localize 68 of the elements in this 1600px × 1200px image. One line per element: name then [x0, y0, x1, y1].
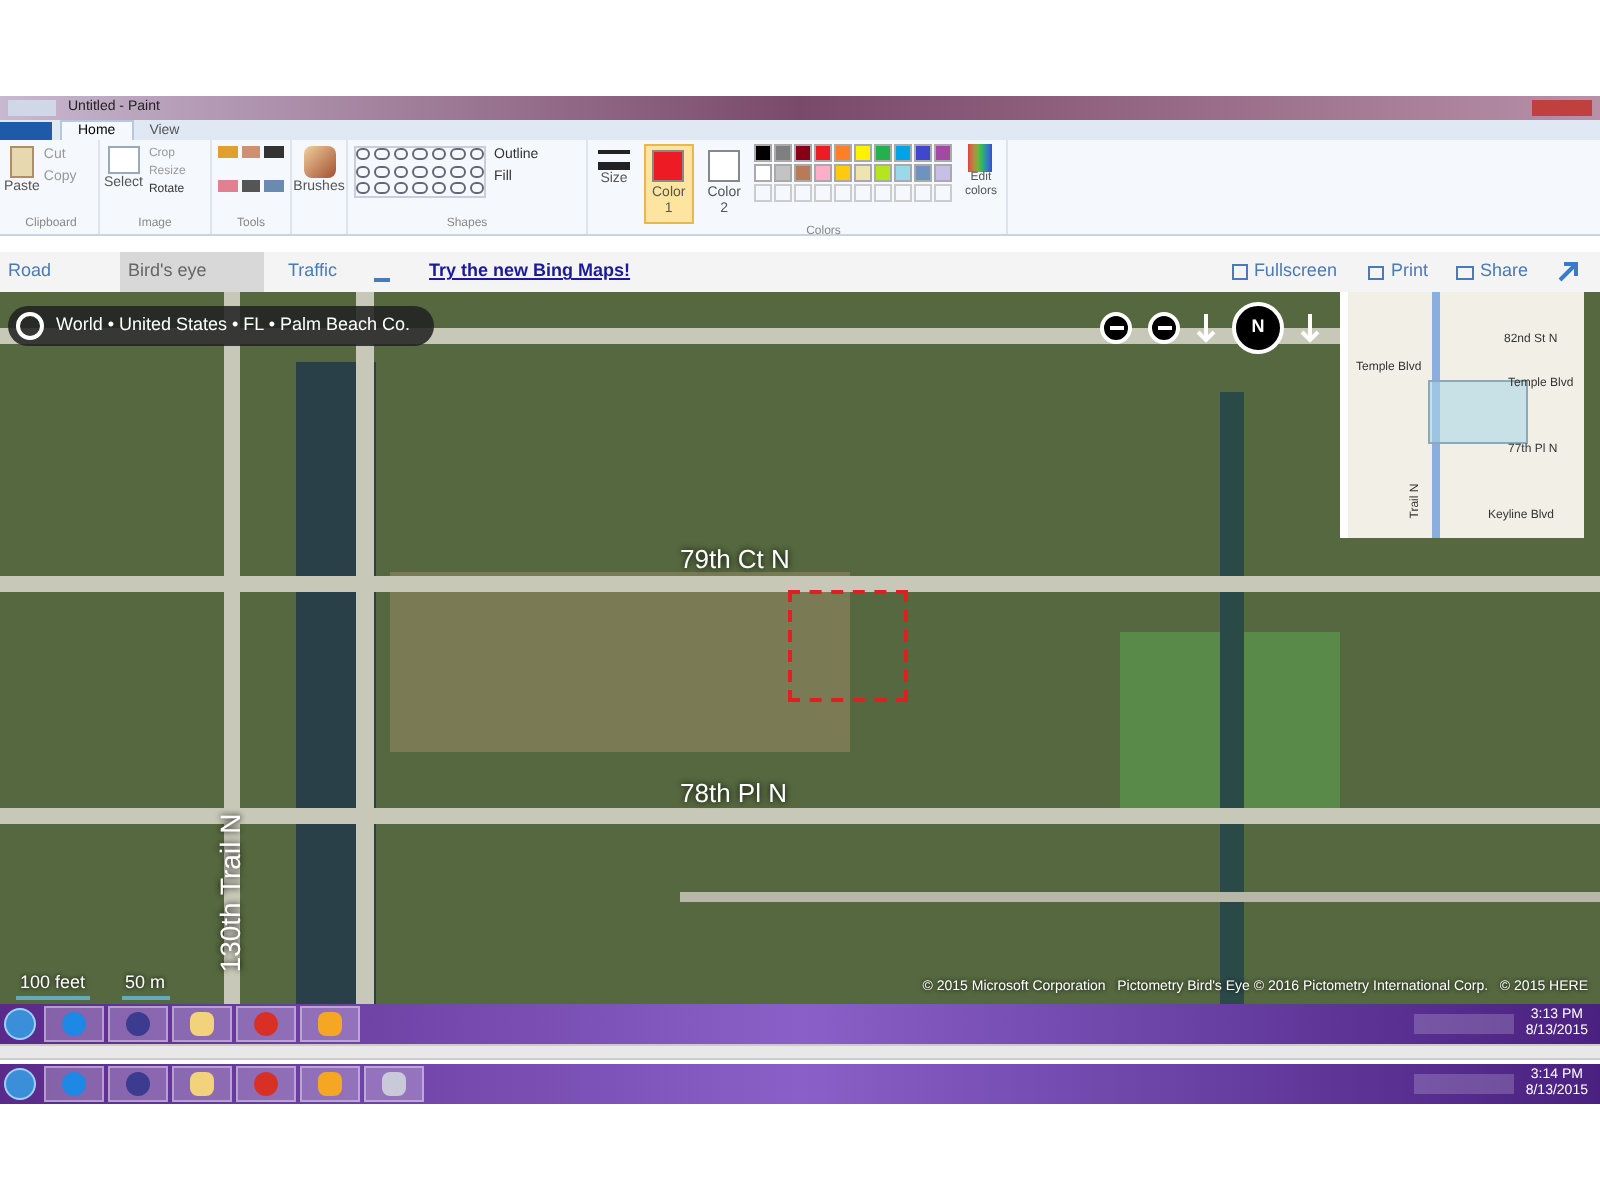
palette-swatch[interactable]	[874, 144, 893, 162]
taskbar-button[interactable]	[300, 1066, 360, 1102]
expand-arrow-icon[interactable]	[1556, 260, 1580, 284]
folder-icon	[190, 1012, 214, 1036]
print-button[interactable]: Print	[1368, 258, 1428, 286]
palette-swatch[interactable]	[814, 144, 833, 162]
street-label: 79th Ct N	[680, 542, 790, 578]
palette-swatch[interactable]	[854, 144, 873, 162]
palette-swatch[interactable]	[754, 144, 773, 162]
rotate-right-icon[interactable]	[1300, 312, 1320, 344]
palette-swatch[interactable]	[894, 144, 913, 162]
palette-swatch[interactable]	[794, 144, 813, 162]
brush-icon[interactable]	[303, 146, 335, 178]
chrome-icon	[254, 1072, 278, 1096]
share-button[interactable]: Share	[1455, 258, 1528, 286]
paint-icon	[382, 1072, 406, 1096]
mail-icon	[318, 1012, 342, 1036]
palette-swatch[interactable]	[854, 164, 873, 182]
breadcrumb-bar[interactable]: World • United States • FL • Palm Beach Co.	[8, 306, 435, 346]
mail-icon	[318, 1072, 342, 1096]
palette-swatch[interactable]	[834, 144, 853, 162]
palette-swatch[interactable]	[914, 164, 933, 182]
palette-swatch[interactable]	[754, 164, 773, 182]
scale-label: 100 feet	[16, 969, 90, 1000]
browser-icon	[62, 1072, 86, 1096]
traffic-button[interactable]: Traffic	[264, 258, 362, 286]
palette-swatch[interactable]	[814, 164, 833, 182]
taskbar-button[interactable]	[300, 1006, 360, 1042]
palette-swatch[interactable]	[894, 164, 913, 182]
chrome-icon	[254, 1012, 278, 1036]
map-view-tab[interactable]: Bird's eye	[120, 252, 264, 292]
taskbar-button[interactable]	[108, 1006, 168, 1042]
street-label: 130th Trail N	[212, 813, 249, 973]
taskbar-button[interactable]	[236, 1006, 296, 1042]
breadcrumb-text: World • United States • FL • Palm Beach Co.	[56, 312, 411, 339]
taskbar-button[interactable]	[172, 1006, 232, 1042]
edit-colors-icon[interactable]	[968, 144, 993, 172]
scale-label: 50 m	[121, 969, 170, 1000]
street-label: 78th Pl N	[680, 776, 787, 812]
palette-swatch[interactable]	[934, 164, 953, 182]
taskbar-button[interactable]	[172, 1066, 232, 1102]
palette-swatch[interactable]	[774, 164, 793, 182]
selection-icon[interactable]	[107, 146, 140, 174]
browser-icon	[62, 1012, 86, 1036]
palette-swatch[interactable]	[874, 164, 893, 182]
shapes-gallery[interactable]	[354, 146, 486, 198]
palette-swatch[interactable]	[934, 144, 953, 162]
palette-swatch[interactable]	[774, 144, 793, 162]
selected-parcel-outline[interactable]	[788, 590, 908, 702]
fullscreen-button[interactable]: Fullscreen	[1231, 258, 1337, 286]
rotate-left-icon[interactable]	[1196, 312, 1216, 344]
folder-icon	[190, 1072, 214, 1096]
start-orb-icon[interactable]	[4, 1068, 36, 1100]
taskbar-button[interactable]	[236, 1066, 296, 1102]
palette-swatch[interactable]	[794, 164, 813, 182]
clipboard-icon[interactable]	[9, 146, 34, 178]
line-size-icon[interactable]	[598, 150, 630, 170]
map-view-tab[interactable]: Road	[0, 252, 100, 292]
palette-swatch[interactable]	[914, 144, 933, 162]
palette-swatch[interactable]	[834, 164, 853, 182]
taskbar-button[interactable]	[364, 1066, 424, 1102]
lock-icon	[126, 1072, 150, 1096]
lock-icon	[126, 1012, 150, 1036]
locate-icon[interactable]	[16, 312, 44, 340]
horizontal-scrollbar[interactable]	[0, 1044, 1600, 1060]
start-orb-icon[interactable]	[4, 1008, 36, 1040]
bing-promo-link[interactable]: Try the new Bing Maps!	[429, 258, 631, 286]
taskbar-button[interactable]	[108, 1066, 168, 1102]
